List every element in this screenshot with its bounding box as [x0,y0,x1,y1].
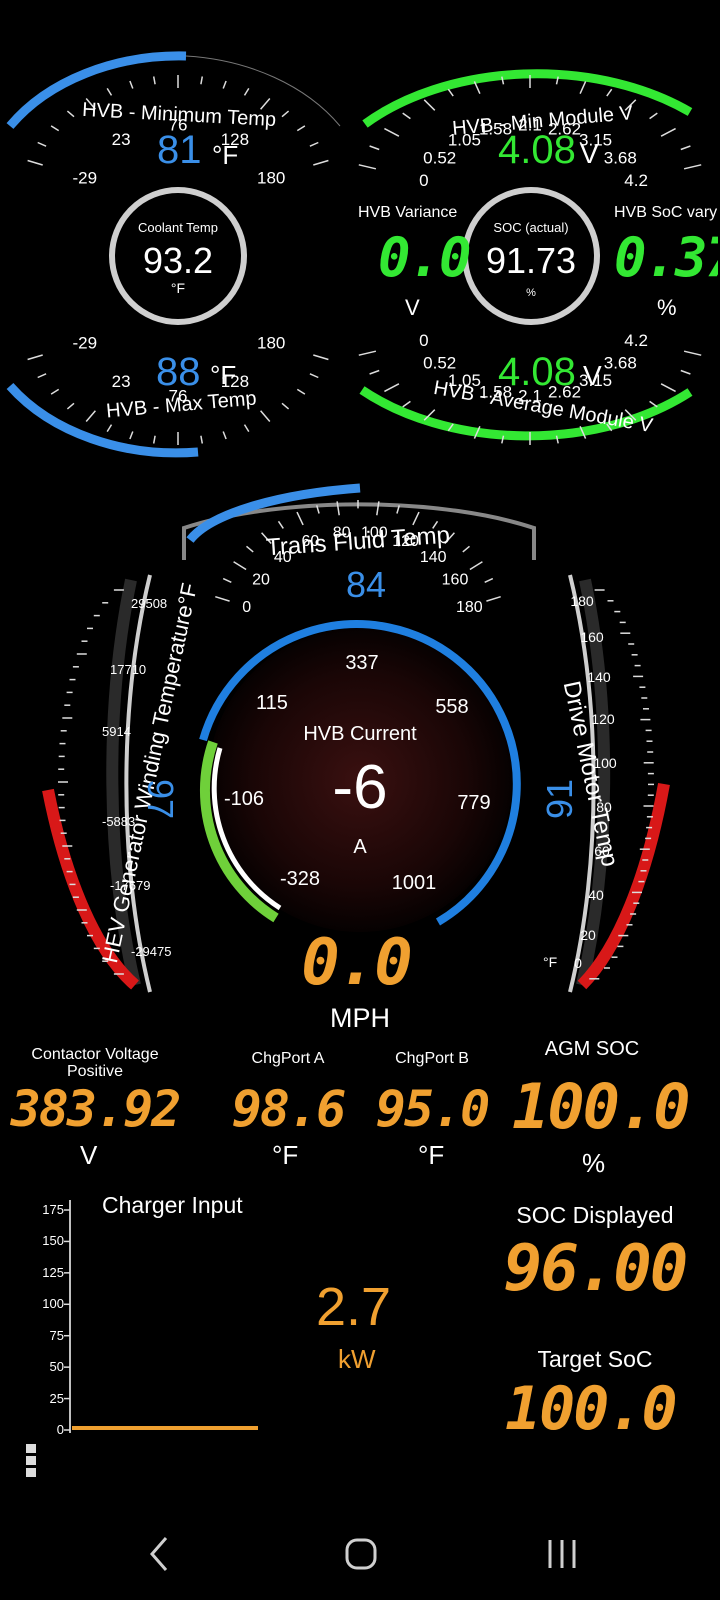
recents-icon[interactable] [548,1540,576,1568]
navigation-bar [150,1537,576,1571]
back-icon[interactable] [150,1537,168,1571]
home-icon[interactable] [345,1538,377,1570]
